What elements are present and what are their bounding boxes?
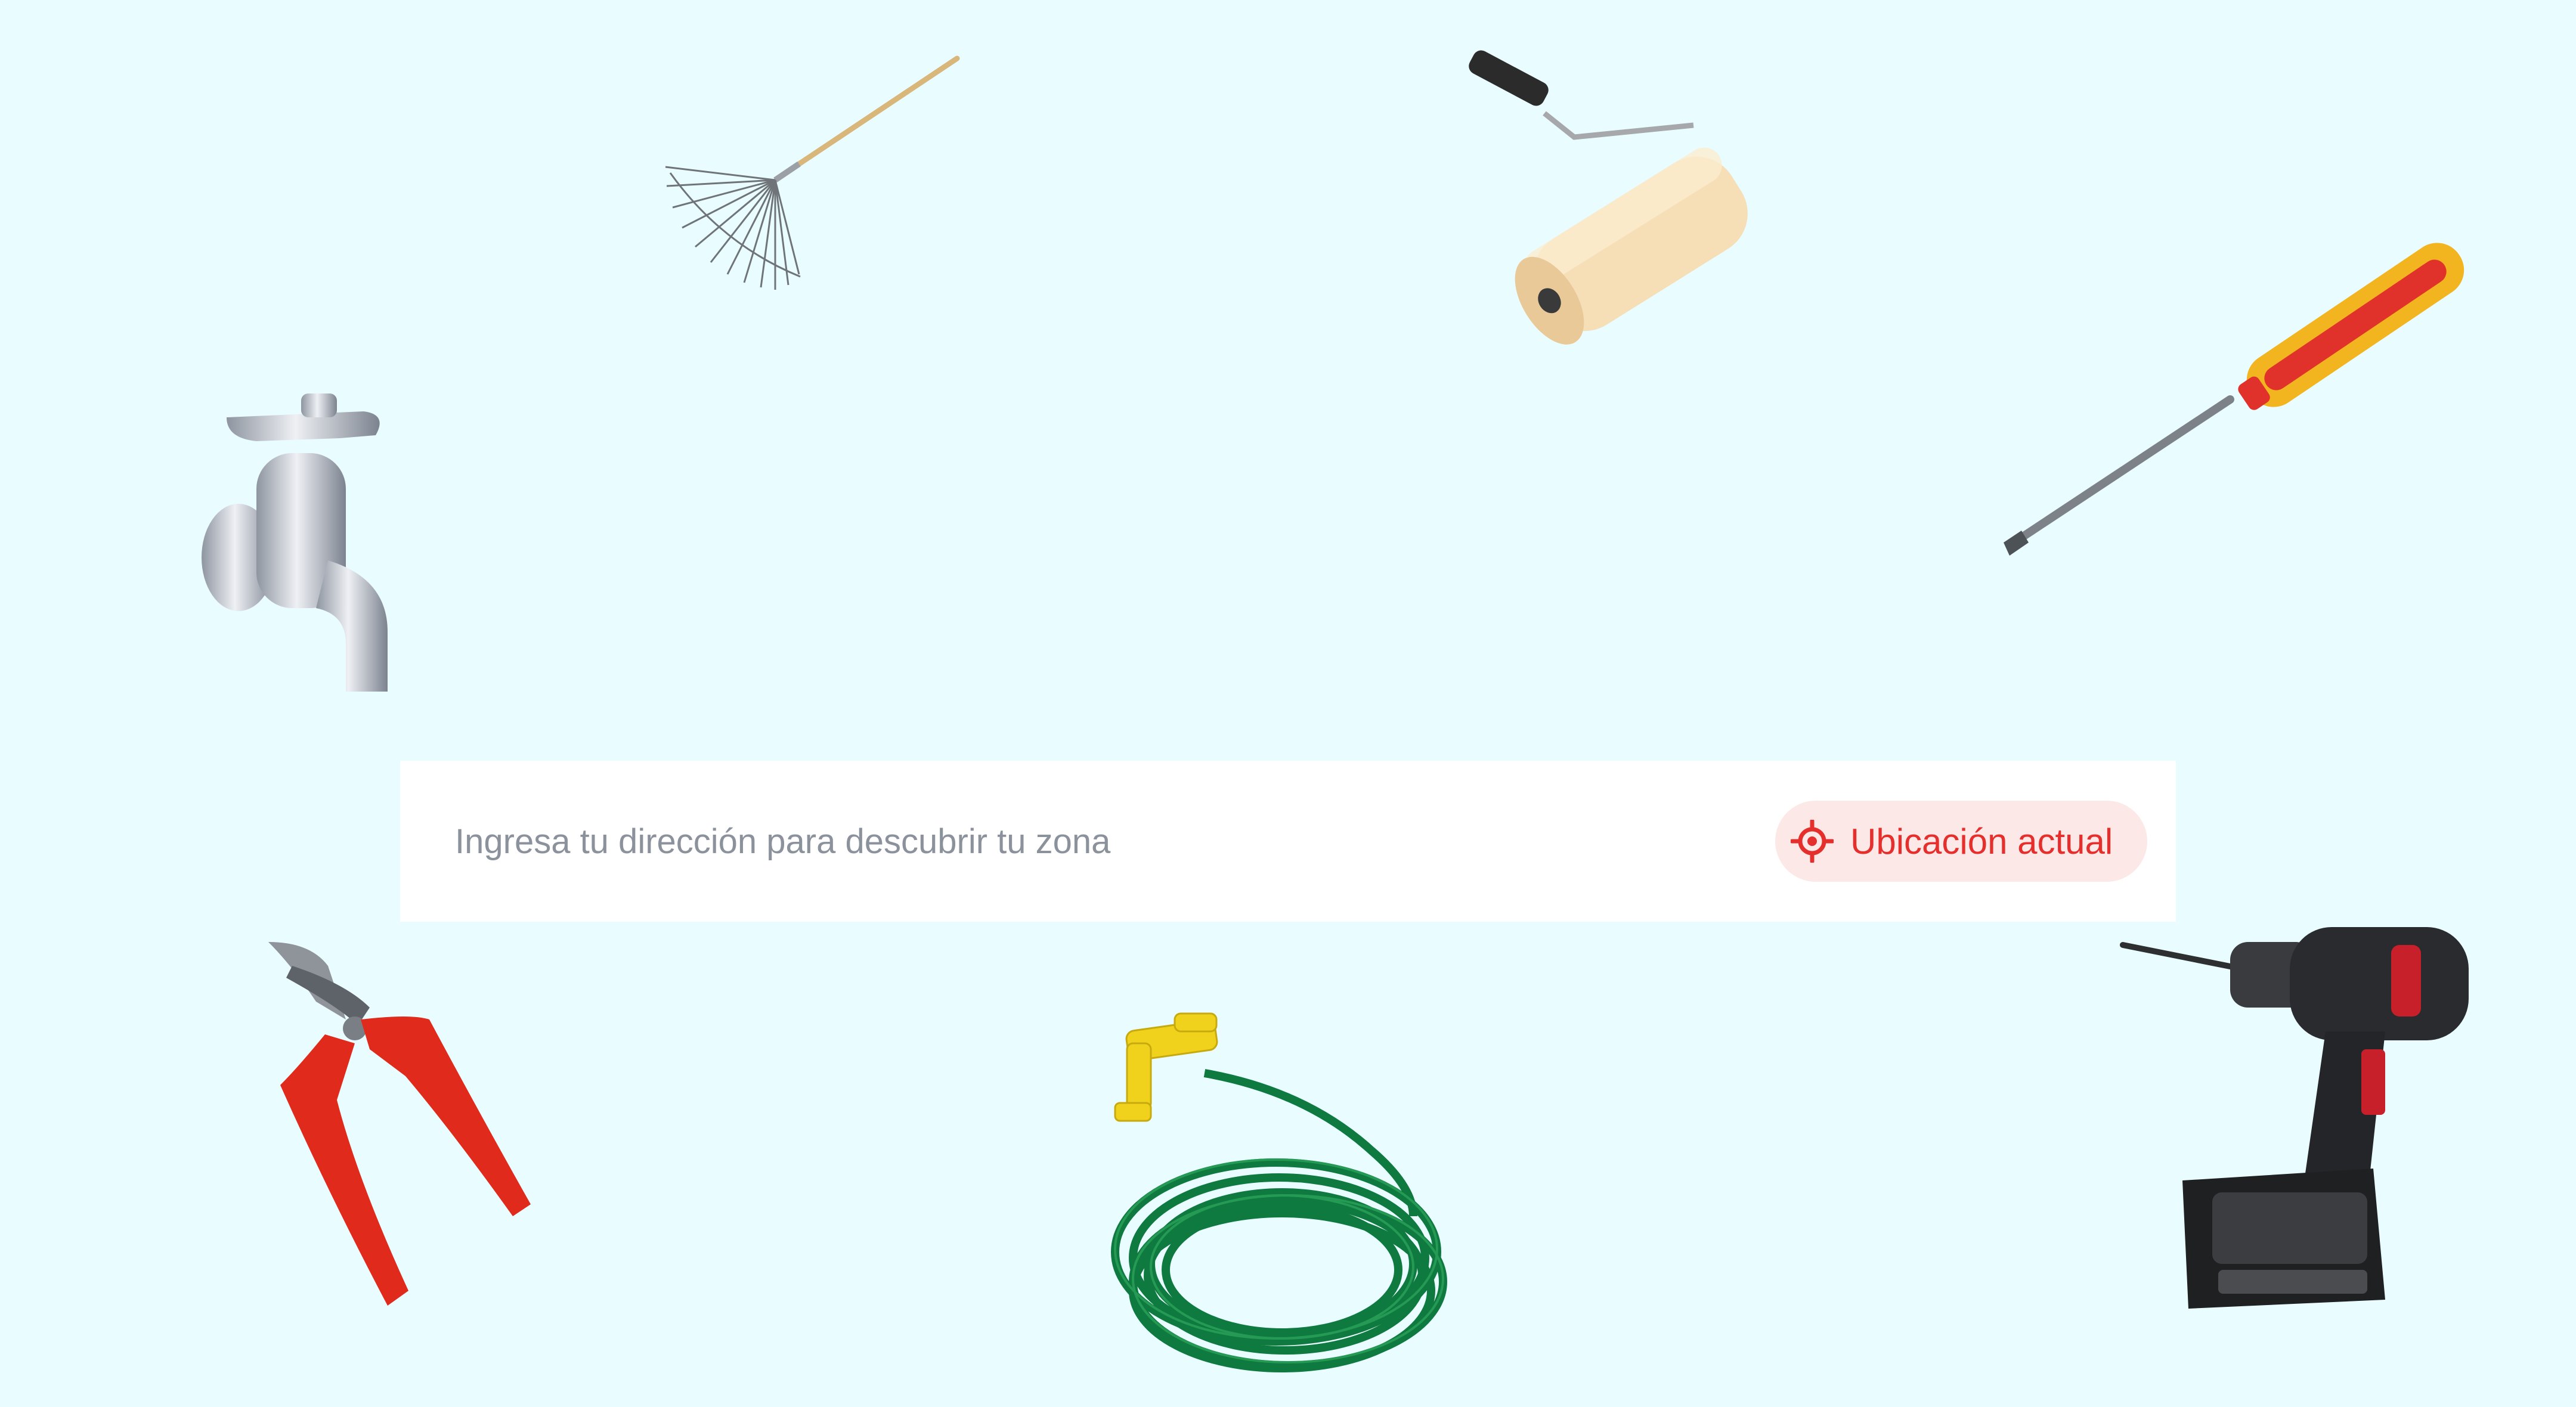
cordless-drill-icon [2120, 927, 2469, 1309]
faucet-icon [202, 393, 388, 692]
address-search-input[interactable] [455, 761, 1767, 922]
garden-hose-icon [1111, 1012, 1447, 1372]
current-location-button[interactable]: Ubicación actual [1775, 801, 2147, 882]
pliers-icon [268, 942, 531, 1306]
current-location-label: Ubicación actual [1850, 821, 2113, 861]
address-search-bar: Ubicación actual [400, 761, 2176, 922]
crosshair-icon [1791, 820, 1834, 863]
screwdriver-icon [2004, 243, 2464, 556]
rake-icon [665, 55, 960, 290]
paint-roller-icon [1469, 50, 1748, 345]
